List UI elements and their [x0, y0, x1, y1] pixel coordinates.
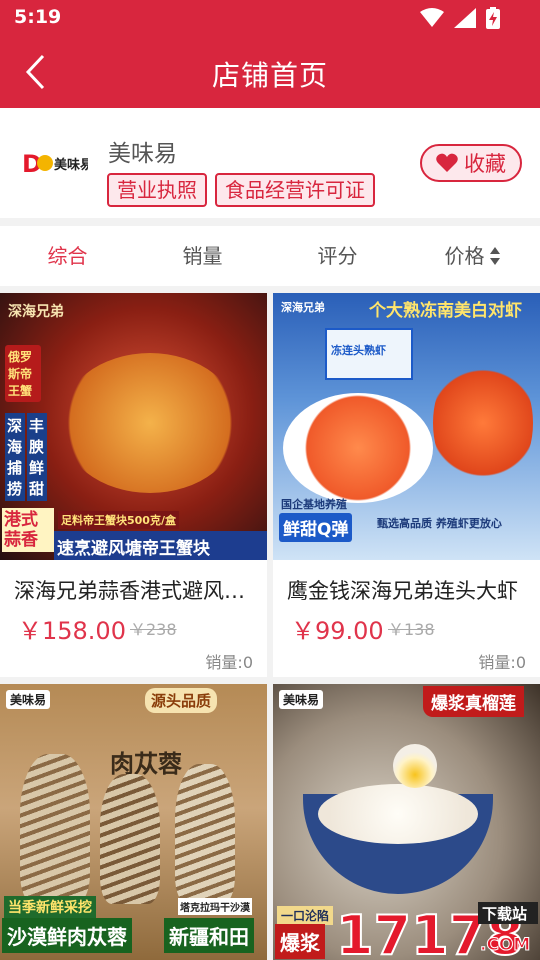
wifi-icon — [420, 8, 444, 27]
image-label: 沙漠鲜肉苁蓉 — [2, 918, 132, 953]
product-card[interactable]: 深海兄弟 俄罗斯帝王蟹 深海捕捞 丰腴鲜甜 港式蒜香 足料帝王蟹块500克/盒 … — [0, 293, 267, 677]
image-label: 国企基地养殖 — [281, 498, 347, 511]
dumplings-illustration — [318, 784, 478, 844]
page-title: 店铺首页 — [211, 59, 328, 92]
tab-sales[interactable]: 销量 — [135, 226, 270, 286]
status-icons — [420, 7, 500, 29]
box-label: 冻连头熟虾 — [331, 344, 386, 357]
image-label: 塔克拉玛干沙漠 — [178, 898, 252, 915]
image-brand: 深海兄弟 — [281, 301, 325, 314]
favorite-label: 收藏 — [464, 152, 506, 176]
tab-comprehensive[interactable]: 综合 — [0, 226, 135, 286]
shop-name: 美味易 — [108, 141, 177, 167]
image-label: 深海捕捞 — [5, 413, 25, 501]
battery-charging-icon — [486, 7, 500, 29]
image-label: 爆浆 — [275, 924, 325, 959]
image-label: 鲜甜Q弹 — [279, 513, 353, 542]
sort-arrows-icon — [489, 247, 500, 265]
product-title: 深海兄弟蒜香港式避风塘帝王蟹块 — [14, 579, 254, 603]
product-price: ￥158.00 — [18, 617, 126, 645]
image-label: 甄选高品质 养殖虾更放心 — [377, 517, 502, 530]
dumpling-illustration — [393, 744, 437, 788]
image-label: 一口沦陷 — [277, 906, 334, 925]
business-license-tag[interactable]: 营业执照 — [107, 173, 207, 207]
image-label: 爆浆真榴莲 — [423, 686, 524, 717]
food-license-tag[interactable]: 食品经营许可证 — [215, 173, 375, 207]
watermark-label: 下载站 — [482, 905, 527, 923]
tab-rating[interactable]: 评分 — [270, 226, 405, 286]
image-brand: 美味易 — [279, 690, 324, 709]
image-brand: 美味易 — [6, 690, 51, 709]
cistanche-illustration — [175, 764, 235, 904]
shop-tags: 营业执照 食品经营许可证 — [107, 173, 375, 207]
product-title: 鹰金钱深海兄弟连头大虾 — [287, 579, 518, 603]
product-original-price: ￥238 — [130, 620, 177, 639]
cistanche-illustration — [20, 754, 90, 904]
shrimp-illustration — [433, 353, 533, 493]
shop-info: D 美味易 美味易 营业执照 食品经营许可证 收藏 — [0, 108, 540, 218]
tab-price[interactable]: 价格 — [405, 226, 540, 286]
shop-logo: D 美味易 — [22, 150, 88, 178]
product-box: 冻连头熟虾 — [325, 328, 413, 380]
tab-label: 评分 — [317, 244, 358, 268]
image-label: 俄罗斯帝王蟹 — [5, 345, 41, 402]
image-brand: 深海兄弟 — [8, 304, 64, 320]
header-bar: 店铺首页 — [0, 36, 540, 108]
crab-illustration — [60, 353, 240, 493]
status-time: 5:19 — [14, 6, 62, 28]
product-image: 深海兄弟 俄罗斯帝王蟹 深海捕捞 丰腴鲜甜 港式蒜香 足料帝王蟹块500克/盒 … — [0, 293, 267, 560]
shrimp-plate-illustration — [283, 393, 433, 503]
sort-tabs: 综合 销量 评分 价格 — [0, 226, 540, 286]
image-label: 当季新鲜采挖 — [4, 896, 96, 918]
svg-text:美味易: 美味易 — [54, 157, 88, 173]
product-card[interactable]: 深海兄弟 个大熟冻南美白对虾 冻连头熟虾 国企基地养殖 鲜甜Q弹 甄选高品质 养… — [273, 293, 540, 677]
product-sales: 销量:0 — [478, 653, 526, 672]
cistanche-illustration — [100, 774, 160, 904]
watermark-suffix: .COM — [480, 935, 530, 955]
image-label: 源头品质 — [145, 688, 218, 713]
image-label: 新疆和田 — [164, 918, 254, 953]
site-watermark: 17178 下载站 .COM — [336, 902, 538, 960]
image-label: 速烹避风塘帝王蟹块 — [54, 531, 267, 560]
product-sales: 销量:0 — [205, 653, 253, 672]
image-label: 港式蒜香 — [2, 508, 54, 552]
heart-icon — [436, 153, 458, 172]
tab-label: 销量 — [182, 244, 223, 268]
tab-label: 综合 — [47, 244, 88, 268]
product-image: 深海兄弟 个大熟冻南美白对虾 冻连头熟虾 国企基地养殖 鲜甜Q弹 甄选高品质 养… — [273, 293, 540, 560]
image-label: 丰腴鲜甜 — [27, 413, 47, 501]
favorite-button[interactable]: 收藏 — [420, 144, 522, 182]
product-image: 美味易 源头品质 肉苁蓉 当季新鲜采挖 塔克拉玛干沙漠 沙漠鲜肉苁蓉 新疆和田 — [0, 684, 267, 960]
signal-icon — [454, 8, 476, 28]
product-price: ￥99.00 — [291, 617, 384, 645]
status-bar: 5:19 — [0, 0, 540, 36]
image-label: 个大熟冻南美白对虾 — [369, 301, 522, 321]
product-card[interactable]: 美味易 源头品质 肉苁蓉 当季新鲜采挖 塔克拉玛干沙漠 沙漠鲜肉苁蓉 新疆和田 — [0, 684, 267, 960]
image-label: 足料帝王蟹块500克/盒 — [58, 511, 179, 529]
tab-label: 价格 — [444, 244, 485, 268]
product-original-price: ￥138 — [388, 620, 435, 639]
